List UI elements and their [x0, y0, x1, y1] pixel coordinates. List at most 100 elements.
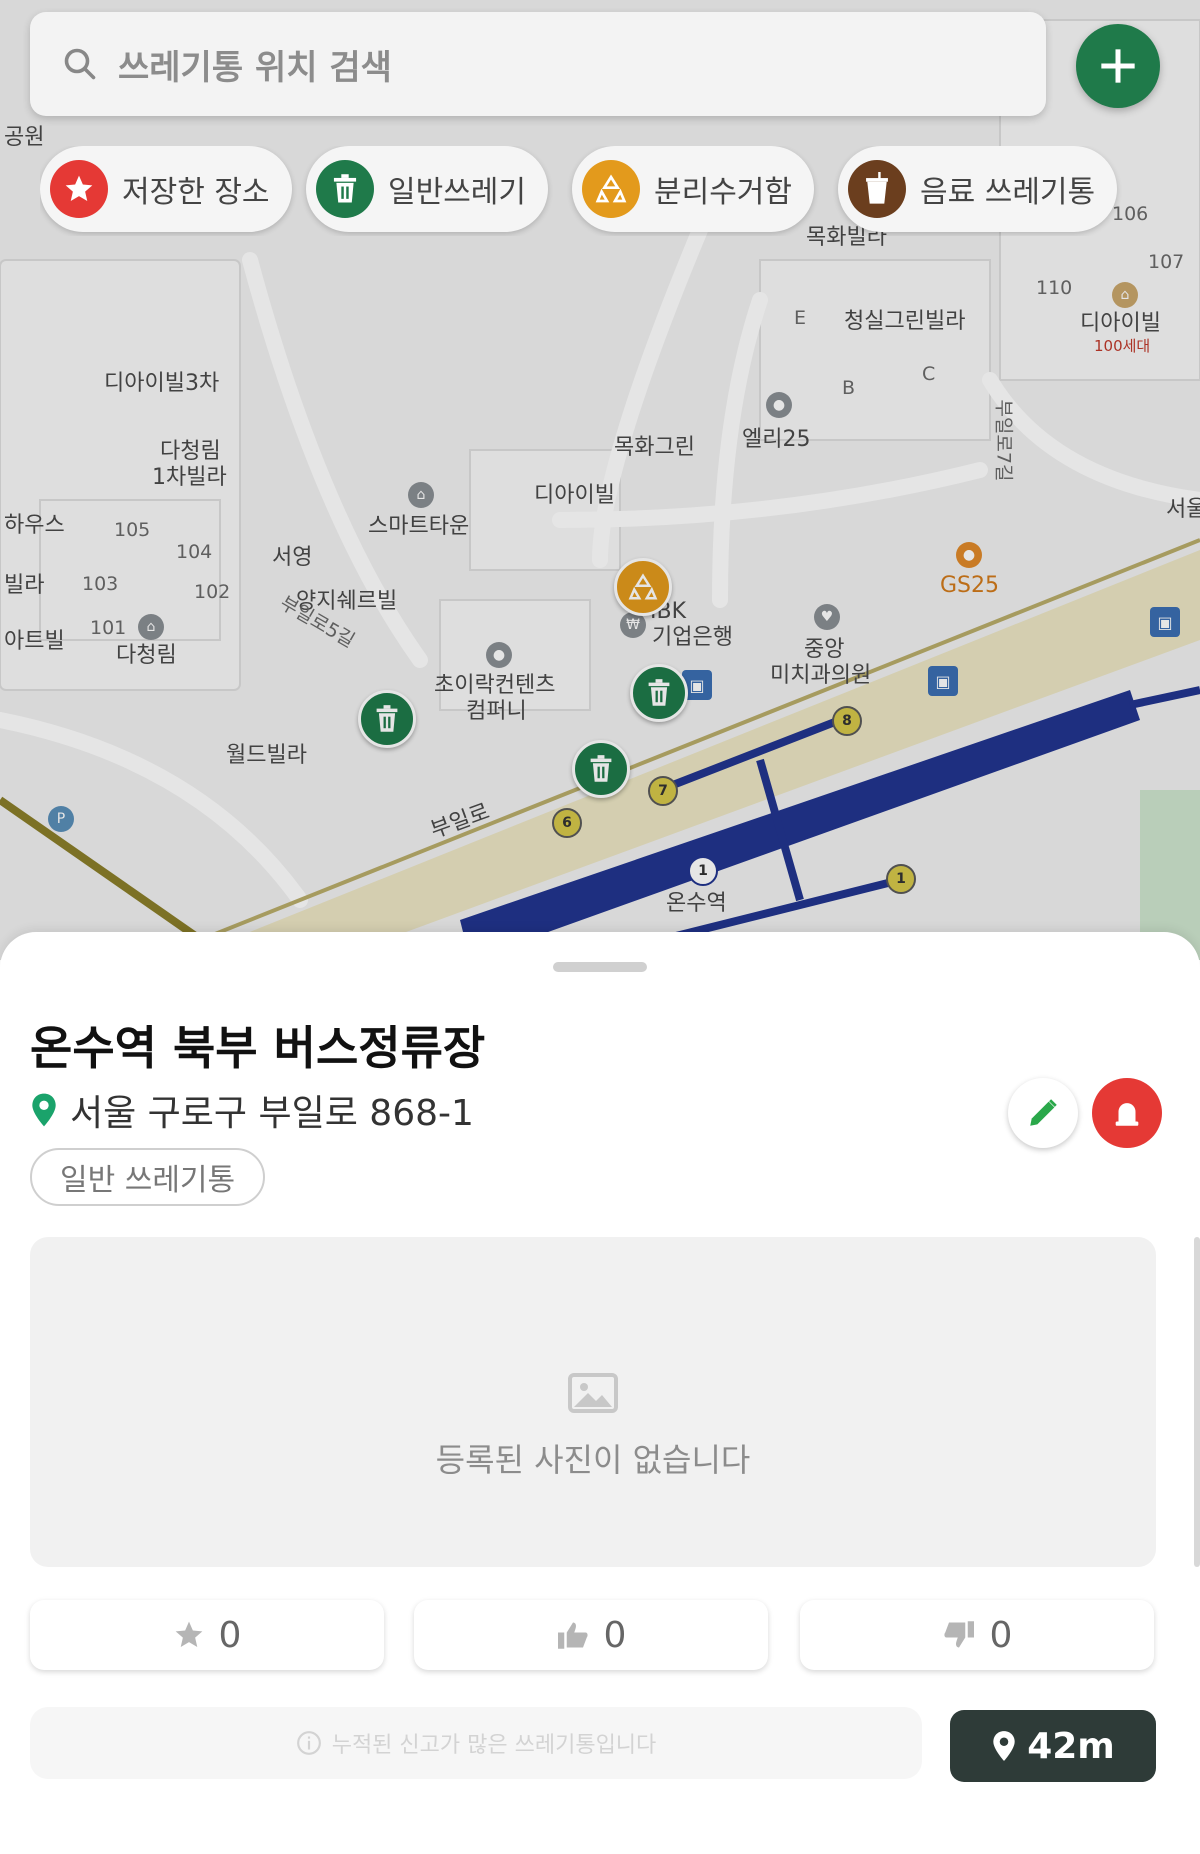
trash-bin-marker[interactable]	[630, 664, 688, 722]
save-count: 0	[218, 1614, 242, 1656]
map-label: 아트빌	[4, 629, 65, 654]
map-label: 다청림	[160, 439, 221, 464]
map-label: 103	[82, 573, 119, 595]
trash-icon	[590, 755, 612, 782]
subway-exit-8: 8	[832, 706, 862, 736]
trash-icon	[316, 160, 374, 218]
edit-button[interactable]	[1008, 1078, 1078, 1148]
map-label: 목화그린	[614, 435, 695, 460]
trash-bin-marker[interactable]	[358, 690, 416, 748]
filter-chip-label: 분리수거함	[654, 175, 792, 210]
image-icon	[568, 1373, 618, 1413]
report-notice: 누적된 신고가 많은 쓰레기통입니다	[30, 1707, 922, 1779]
dislike-button[interactable]: 0	[800, 1600, 1154, 1670]
trash-icon	[648, 679, 670, 706]
like-count: 0	[603, 1614, 627, 1656]
parking-poi-icon: P	[48, 806, 74, 832]
subway-exit-1: 1	[688, 856, 718, 886]
star-icon	[50, 160, 108, 218]
distance-text: 42m	[1027, 1725, 1115, 1767]
pencil-icon	[1030, 1099, 1057, 1126]
building-poi-icon: ●	[766, 392, 792, 418]
map-view[interactable]: 디아이빌3차 다청림 1차빌라 스마트타운 서영 양지쉐르빌 디아이빌 목화그린…	[0, 0, 1200, 960]
map-label: 컴퍼니	[466, 699, 527, 724]
filter-chip-label: 음료 쓰레기통	[920, 175, 1096, 210]
info-icon	[296, 1731, 321, 1755]
map-label: 미치과의원	[770, 663, 872, 688]
thumbs-down-icon	[943, 1621, 974, 1648]
plus-icon	[1101, 49, 1135, 83]
map-label: 100세대	[1094, 337, 1151, 355]
map-label: 107	[1148, 251, 1185, 273]
dislike-count: 0	[989, 1614, 1013, 1656]
filter-chip-label: 저장한 장소	[122, 175, 270, 210]
thumbs-up-icon	[557, 1622, 588, 1649]
map-label: 빌라	[4, 573, 45, 598]
filter-chip-label: 일반쓰레기	[388, 175, 526, 210]
filter-chip-saved[interactable]: 저장한 장소	[40, 146, 292, 232]
photo-area[interactable]: 등록된 사진이 없습니다	[30, 1237, 1156, 1567]
location-pin-icon	[32, 1093, 56, 1127]
map-label: C	[922, 363, 936, 385]
map-label: 101	[90, 617, 127, 639]
map-label: 다청림	[116, 643, 177, 668]
sheet-drag-handle[interactable]	[553, 962, 647, 972]
map-label: E	[794, 307, 807, 329]
distance-button[interactable]: 42m	[950, 1710, 1156, 1782]
bus-stop-icon[interactable]: ▣	[928, 666, 958, 696]
map-label: B	[842, 377, 856, 399]
dental-poi-icon: ♥	[814, 604, 840, 630]
map-label: 104	[176, 541, 213, 563]
bin-address: 서울 구로구 부일로 868-1	[70, 1093, 474, 1134]
map-label: 110	[1036, 277, 1073, 299]
filter-chip-general-trash[interactable]: 일반쓰레기	[306, 146, 548, 232]
search-bar[interactable]: 쓰레기통 위치 검색	[30, 12, 1046, 116]
map-label: 월드빌라	[226, 743, 307, 768]
filter-chip-drink[interactable]: 음료 쓰레기통	[838, 146, 1118, 232]
bin-title: 온수역 북부 버스정류장	[30, 1021, 486, 1075]
scrollbar[interactable]	[1194, 1237, 1200, 1567]
location-pin-icon	[993, 1731, 1015, 1761]
building-poi-icon: ●	[486, 642, 512, 668]
recycle-icon	[628, 573, 658, 600]
building-poi-icon: ⌂	[408, 482, 434, 508]
cup-icon	[848, 160, 906, 218]
bus-stop-icon[interactable]: ▣	[1150, 607, 1180, 637]
map-label: 디아이빌	[1080, 311, 1161, 336]
map-label: 디아이빌	[534, 483, 615, 508]
like-button[interactable]: 0	[414, 1600, 768, 1670]
school-poi-icon: ⌂	[138, 614, 164, 640]
store-poi-icon: ●	[956, 542, 982, 568]
map-label: 102	[194, 581, 231, 603]
report-notice-text: 누적된 신고가 많은 쓰레기통입니다	[331, 1733, 657, 1758]
map-label: 공원	[4, 125, 45, 150]
save-count-button[interactable]: 0	[30, 1600, 384, 1670]
add-bin-button[interactable]	[1076, 24, 1160, 108]
map-label: 온수역	[666, 891, 727, 916]
map-label: 부일로7길	[992, 399, 1015, 482]
map-label: GS25	[940, 573, 1000, 598]
recycle-icon	[582, 160, 640, 218]
filter-chip-row: 저장한 장소 일반쓰레기 분리수거함 음료 쓰레기통	[40, 146, 1200, 236]
map-label: 기업은행	[652, 625, 733, 650]
subway-exit-1b: 1	[886, 864, 916, 894]
map-label: 디아이빌3차	[104, 371, 220, 396]
subway-exit-6: 6	[552, 808, 582, 838]
map-label: 하우스	[4, 513, 65, 538]
search-placeholder: 쓰레기통 위치 검색	[118, 47, 392, 88]
address-row: 서울 구로구 부일로 868-1	[30, 1084, 474, 1136]
building-poi-icon: ⌂	[1112, 282, 1138, 308]
map-label: 엘리25	[742, 427, 811, 452]
no-photo-text: 등록된 사진이 없습니다	[435, 1441, 751, 1479]
filter-chip-recycle[interactable]: 분리수거함	[572, 146, 814, 232]
map-label: 초이락컨텐츠	[434, 673, 556, 698]
map-label: 1차빌라	[152, 465, 227, 490]
recycle-bin-marker[interactable]	[614, 558, 672, 616]
map-label: 청실그린빌라	[844, 309, 966, 334]
search-icon	[64, 48, 96, 80]
trash-bin-marker-selected[interactable]	[572, 740, 630, 798]
report-button[interactable]	[1092, 1078, 1162, 1148]
subway-exit-7: 7	[648, 776, 678, 806]
map-label: 105	[114, 519, 151, 541]
map-label: 서울	[1166, 497, 1200, 522]
